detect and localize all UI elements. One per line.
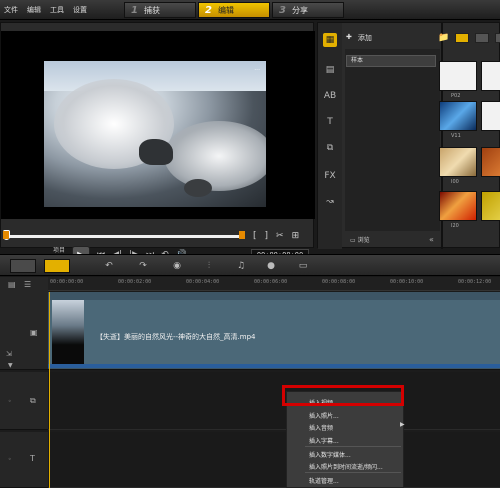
library-view-toolbar: 📁 [438,33,500,43]
storyboard-view-button[interactable] [10,259,36,273]
clip-thumbnail [52,300,84,364]
add-folder-button[interactable]: ✚ 添加 [346,33,372,43]
timeline-view-button[interactable] [44,259,70,273]
highlight-box [282,385,404,406]
overlay-track-icon: ⧉ [30,396,36,405]
folder-sample[interactable]: 样本 [346,55,436,67]
workflow-steps: 1 捕获 2 编辑 3 分享 [124,2,346,18]
plus-icon: ✚ [346,33,352,41]
mark-out-button[interactable]: ] [265,231,269,241]
menu-insert-timelapse[interactable]: 插入照片到时间流逝/频闪... [309,462,383,471]
scrub-bar[interactable] [3,230,245,240]
timeline-ruler[interactable]: 00:00:00:00 00:00:02:00 00:00:04:00 00:0… [48,277,500,291]
clip-audio-bar [48,364,500,368]
menu-bar: 文件 编辑 工具 设置 [4,5,87,15]
auto-music-icon[interactable]: ♫ [234,260,248,272]
audio-filter-button[interactable] [495,33,500,43]
mark-buttons: [ ] ✂ ⊞ [253,231,299,241]
menu-track-manager[interactable]: 轨道管理... [309,476,339,485]
browse-button[interactable]: ▭ 浏览 [350,235,370,244]
menu-settings[interactable]: 设置 [73,5,87,15]
menu-insert-audio[interactable]: 插入音频 [309,423,333,432]
library-thumb[interactable] [481,147,500,177]
library-thumb[interactable] [481,101,500,131]
undo-icon[interactable]: ↶ [102,260,116,272]
library-thumb[interactable] [439,147,477,177]
video-filter-button[interactable] [455,33,470,43]
track-visibility-icon[interactable]: ◦ [8,398,12,405]
library-thumb[interactable] [439,191,477,221]
video-track[interactable]: 【失逝】美丽的自然风光--神奇的大自然_高清.mp4 [48,292,500,370]
redo-icon[interactable]: ↷ [136,260,150,272]
library-thumb[interactable] [481,61,500,91]
cut-icon[interactable]: ✂ [276,231,284,241]
library-folder-list [345,49,440,231]
menu-insert-subtitle[interactable]: 插入字幕... [309,436,339,445]
library-thumb[interactable] [439,61,477,91]
top-bar: 文件 编辑 工具 设置 1 捕获 2 编辑 3 分享 [0,0,500,20]
preview-window: ... [1,31,315,219]
tab-share[interactable]: 3 分享 [272,2,344,18]
video-track-header: ▣ ⇲ ▼ [0,292,48,370]
zoom-icon[interactable]: ⊞ [292,231,300,241]
trim-marker-out[interactable] [239,231,245,239]
track-visibility-icon[interactable]: ◦ [8,456,12,463]
show-all-tracks-icon[interactable]: ▤ [8,280,16,289]
video-watermark: ... [254,65,260,72]
path-icon[interactable]: ↝ [323,195,337,209]
title-icon[interactable]: T [323,115,337,129]
trim-marker-in[interactable] [3,231,9,239]
title-track-header: ◦ T [0,432,48,488]
tab-edit[interactable]: 2 编辑 [198,2,270,18]
video-track-icon: ▣ [30,328,38,337]
media-icon[interactable]: ▦ [323,33,337,47]
track-toggle-icon[interactable]: ⇲ [6,350,12,358]
subtitle-editor-icon[interactable]: ▭ [296,260,310,272]
motion-track-icon[interactable]: ● [264,260,278,272]
track-manager-icon[interactable]: ☰ [24,280,31,289]
transition-icon[interactable]: AB [323,89,337,103]
video-clip[interactable]: 【失逝】美丽的自然风光--神奇的大自然_高清.mp4 [50,300,500,364]
browse-icon: ▭ [350,237,356,244]
menu-insert-photo[interactable]: 插入照片... [309,411,339,420]
menu-file[interactable]: 文件 [4,5,18,15]
menu-edit[interactable]: 编辑 [27,5,41,15]
clip-title: 【失逝】美丽的自然风光--神奇的大自然_高清.mp4 [96,333,256,341]
library-panel: ▦ ▤ AB T ⧉ FX ↝ ✚ 添加 样本 ▭ 浏览 « 📁 P02 V11… [317,22,500,249]
filter-icon[interactable]: FX [323,169,337,183]
graphic-icon[interactable]: ⧉ [323,141,337,155]
player-panel: ... 项目 素材 ▶ ⏮ ◀| |▶ ⏭ ⟲ 🔊 [ ] ✂ ⊞ 00:00:… [0,22,315,264]
folder-icon[interactable]: 📁 [438,33,449,43]
photo-filter-button[interactable] [475,33,490,43]
title-track[interactable] [48,432,500,488]
timeline-toolbar: ↶ ↷ ◉ ⫶ ♫ ● ▭ [0,254,500,276]
menu-tools[interactable]: 工具 [50,5,64,15]
collapse-icon[interactable]: « [429,235,434,244]
instant-project-icon[interactable]: ▤ [323,63,337,77]
library-category-bar: ▦ ▤ AB T ⧉ FX ↝ [318,23,342,249]
playhead-line[interactable] [49,292,50,488]
title-track-icon: T [30,454,35,463]
tab-capture[interactable]: 1 捕获 [124,2,196,18]
library-thumb[interactable] [481,191,500,221]
overlay-track-header: ◦ ⧉ [0,372,48,430]
chevron-down-icon[interactable]: ▼ [8,362,13,369]
timeline-tracks: ▣ ⇲ ▼ 【失逝】美丽的自然风光--神奇的大自然_高清.mp4 ◦ ⧉ ◦ T [0,292,500,488]
mark-in-button[interactable]: [ [253,231,257,241]
submenu-arrow-icon: ▶ [400,421,405,428]
menu-insert-digital-media[interactable]: 插入数字媒体... [309,450,351,459]
overlay-track[interactable] [48,372,500,430]
library-thumb[interactable] [439,101,477,131]
video-frame: ... [44,61,266,207]
sound-mixer-icon[interactable]: ⫶ [202,260,216,272]
record-capture-icon[interactable]: ◉ [170,260,184,272]
